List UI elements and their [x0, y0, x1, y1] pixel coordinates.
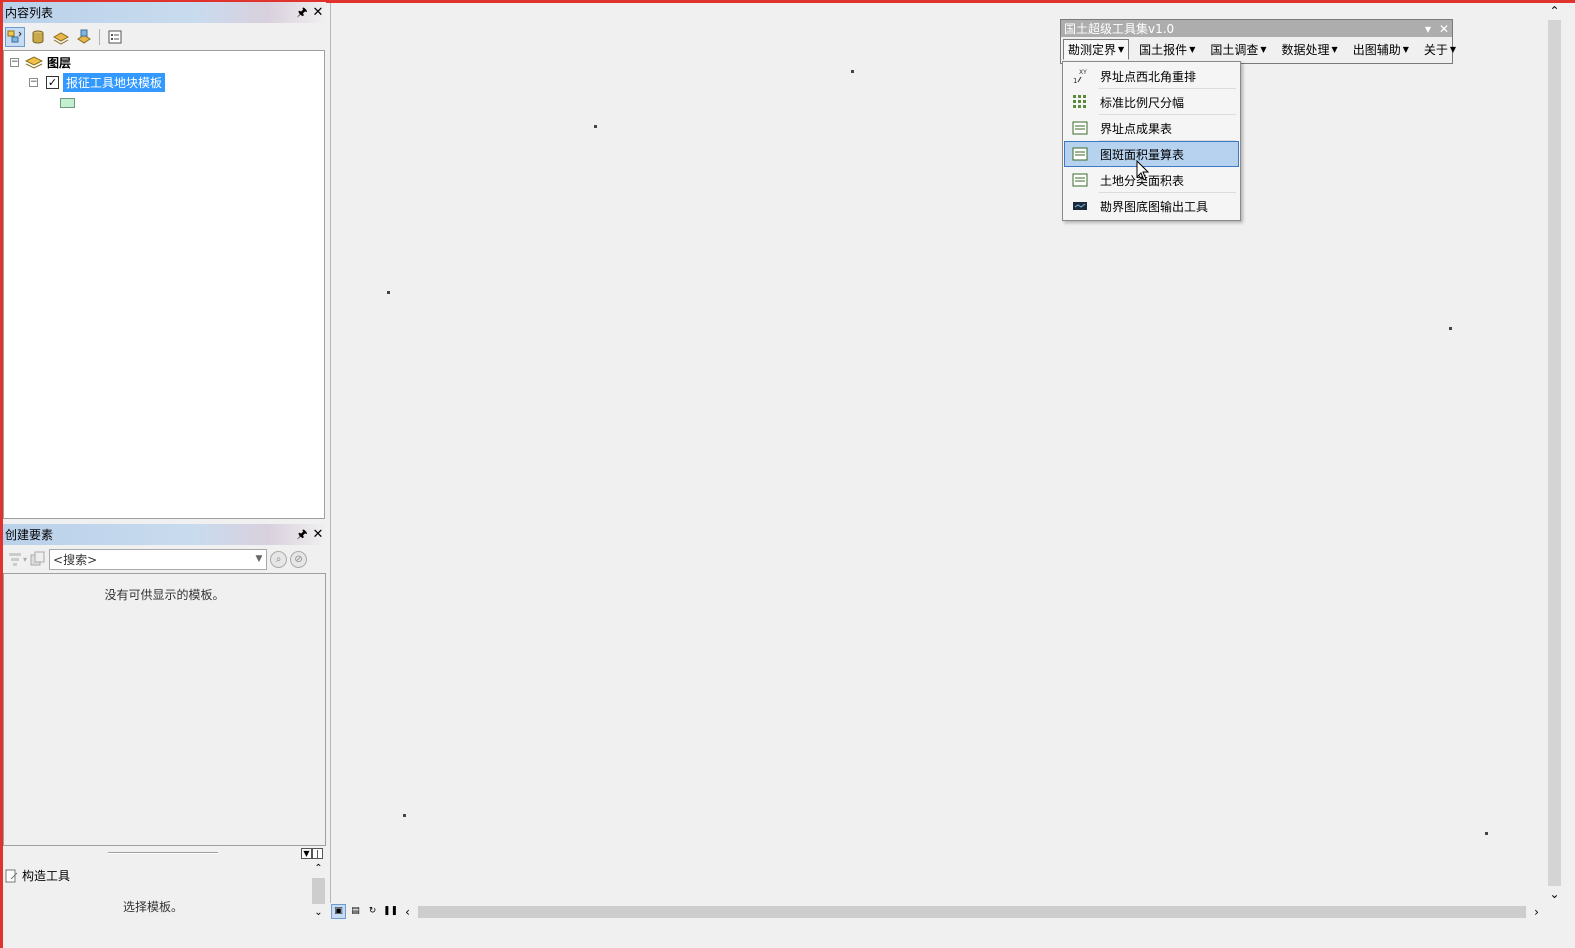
collapse-icon[interactable]: − [29, 77, 38, 87]
create-features-title-bar[interactable]: 创建要素 🖈 ✕ [3, 524, 326, 545]
layer-symbol[interactable] [60, 94, 75, 112]
menu-land-report[interactable]: 国土报件 ▼ [1134, 39, 1200, 60]
close-icon[interactable]: ✕ [310, 524, 326, 545]
create-features-toolbar: ▾ <搜索> ▼ ⌕ ⊘ [3, 546, 326, 572]
menu-map-output[interactable]: 出图辅助 ▼ [1348, 39, 1414, 60]
search-icon[interactable]: ⌕ [270, 550, 288, 568]
layers-icon [25, 56, 43, 69]
map-point[interactable] [403, 814, 406, 817]
search-placeholder: <搜索> [53, 552, 98, 567]
panel-splitter[interactable] [108, 852, 218, 854]
manage-templates-icon[interactable] [30, 551, 46, 567]
map-point[interactable] [851, 70, 854, 73]
list-by-visibility-icon[interactable] [51, 27, 71, 47]
data-view-icon[interactable]: ▣ [331, 904, 346, 919]
toolbar-menu-row: 勘测定界 ▼ 国土报件 ▼ 国土调查 ▼ 数据处理 ▼ 出图辅助 ▼ 关于 ▼ [1061, 37, 1456, 61]
map-export-icon [1073, 202, 1087, 210]
table-icon [1072, 173, 1088, 187]
map-vertical-scrollbar[interactable]: ⌃ ⌄ [1546, 3, 1563, 903]
scroll-up-icon[interactable]: ⌃ [1546, 3, 1563, 20]
table-icon [1072, 121, 1088, 135]
pause-drawing-icon[interactable]: ❚❚ [382, 904, 398, 919]
template-list: 没有可供显示的模板。 [3, 573, 326, 846]
toc-title-bar[interactable]: 内容列表 🖈 ✕ [3, 2, 326, 23]
grid-icon [1073, 95, 1086, 108]
scroll-up-icon[interactable]: ⌃ [311, 862, 326, 876]
svg-text:1: 1 [1073, 77, 1077, 84]
toc-toolbar [3, 24, 326, 49]
create-features-title: 创建要素 [5, 528, 54, 542]
collapse-icon[interactable]: − [10, 57, 19, 67]
map-point[interactable] [1449, 327, 1452, 330]
construct-tools-panel: 构造工具 选择模板。 ⌃ ⌄ [3, 862, 326, 922]
menu-about[interactable]: 关于 ▼ [1419, 39, 1461, 60]
options-icon[interactable] [105, 27, 125, 47]
toc-tree: − 图层 − ✓ 报征工具地块模板 [3, 50, 325, 519]
construct-scrollbar[interactable]: ⌃ ⌄ [311, 862, 326, 922]
close-icon[interactable]: ✕ [310, 2, 326, 23]
menu-item-boundary-point-table[interactable]: 界址点成果表 [1064, 115, 1239, 141]
layer-visibility-checkbox[interactable]: ✓ [46, 75, 59, 89]
collapse-down-icon[interactable]: ▼ [301, 848, 312, 859]
construct-tool-icon [5, 869, 18, 882]
layer-name[interactable]: 报征工具地块模板 [63, 72, 166, 92]
menu-item-patch-area-table[interactable]: 图斑面积量算表 [1064, 141, 1239, 167]
scroll-down-icon[interactable]: ⌄ [1546, 886, 1563, 903]
menu-item-land-class-area-table[interactable]: 土地分类面积表 [1064, 167, 1239, 193]
map-point[interactable] [387, 291, 390, 294]
survey-boundary-dropdown: XY 1 界址点西北角重排 标准比例尺分幅 界址点成果表 图斑面积量算表 土地分类… [1062, 61, 1241, 221]
scroll-track[interactable] [1548, 20, 1561, 886]
layout-view-icon[interactable]: ▤ [348, 904, 363, 919]
chevron-down-icon[interactable]: ▼ [252, 554, 266, 564]
layers-root-label: 图层 [47, 55, 72, 70]
menu-item-standard-sheet[interactable]: 标准比例尺分幅 [1064, 89, 1239, 115]
table-icon [1072, 147, 1088, 161]
map-point[interactable] [1485, 832, 1488, 835]
scroll-thumb[interactable] [312, 878, 325, 904]
map-display[interactable] [330, 3, 1545, 903]
scroll-left-icon[interactable]: ‹ [399, 905, 416, 919]
refresh-icon[interactable]: ↻ [365, 904, 380, 919]
construct-tools-header: 构造工具 [5, 867, 70, 884]
scroll-right-icon[interactable]: › [1528, 905, 1545, 919]
toolbar-options-icon[interactable]: ▾ [1420, 22, 1436, 36]
toolbar-separator [99, 28, 100, 45]
toolbar-title: 国土超级工具集v1.0 [1064, 22, 1175, 36]
polygon-symbol-swatch[interactable] [60, 98, 75, 108]
map-point[interactable] [594, 125, 597, 128]
split-toggle-icon[interactable]: | [312, 848, 323, 859]
pin-icon[interactable]: 🖈 [294, 524, 310, 545]
map-horizontal-scrollbar[interactable]: ‹ › [399, 903, 1545, 920]
menu-item-basemap-export[interactable]: 勘界图底图输出工具 [1064, 193, 1239, 219]
organize-templates-icon[interactable]: ▾ [7, 551, 27, 567]
empty-template-message: 没有可供显示的模板。 [104, 588, 225, 602]
svg-text:XY: XY [1079, 69, 1087, 76]
list-by-drawing-order-icon[interactable] [5, 26, 25, 47]
splitter-buttons: ▼ | [301, 848, 323, 859]
menu-survey-boundary[interactable]: 勘测定界 ▼ [1063, 38, 1130, 60]
menu-data-processing[interactable]: 数据处理 ▼ [1277, 39, 1343, 60]
scroll-track[interactable] [418, 905, 1526, 918]
close-icon[interactable]: ✕ [1436, 22, 1452, 36]
land-toolkit-toolbar: 国土超级工具集v1.0 ▾ ✕ 勘测定界 ▼ 国土报件 ▼ 国土调查 ▼ 数据处理 ▼ … [1060, 19, 1456, 64]
construct-tools-hint: 选择模板。 [123, 900, 184, 914]
scroll-down-icon[interactable]: ⌄ [311, 906, 326, 920]
xy-sort-icon: XY1 [1073, 69, 1087, 84]
list-by-source-icon[interactable] [28, 27, 48, 47]
clear-search-icon[interactable]: ⊘ [290, 550, 308, 568]
tree-row-layers-root[interactable]: − 图层 [10, 53, 71, 71]
pin-icon[interactable]: 🖈 [294, 2, 310, 23]
construct-tools-label: 构造工具 [22, 869, 71, 883]
tree-row-layer[interactable]: − ✓ 报征工具地块模板 [29, 72, 166, 92]
toc-title: 内容列表 [5, 6, 54, 20]
template-search-input[interactable]: <搜索> ▼ [49, 548, 268, 570]
menu-land-survey[interactable]: 国土调查 ▼ [1205, 39, 1271, 60]
mouse-cursor-icon [1136, 160, 1150, 181]
toolbar-title-bar[interactable]: 国土超级工具集v1.0 ▾ ✕ [1061, 20, 1452, 37]
list-by-selection-icon[interactable] [74, 27, 94, 47]
map-bottom-bar: ▣ ▤ ↻ ❚❚ ‹ › [331, 903, 1545, 920]
menu-item-reorder-points[interactable]: XY 1 界址点西北角重排 [1064, 63, 1239, 89]
